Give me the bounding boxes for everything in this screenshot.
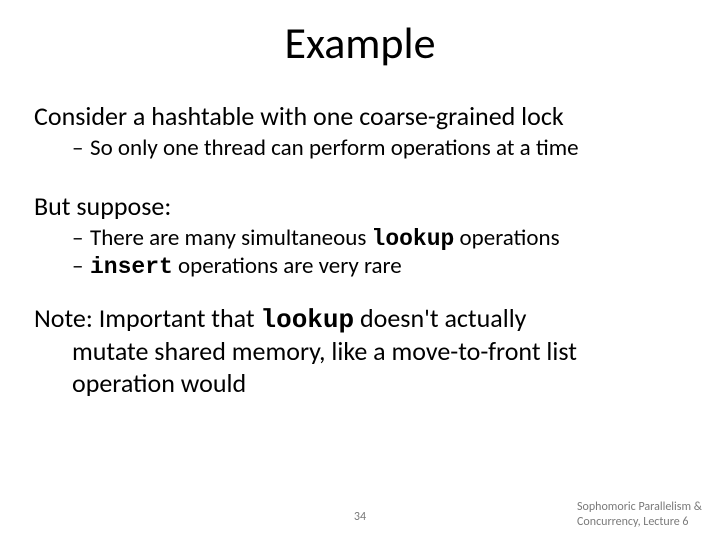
dash-icon: – <box>72 224 90 252</box>
note-line3: operation would <box>72 367 700 399</box>
code-lookup-note: lookup <box>260 305 354 335</box>
slide-title: Example <box>0 16 720 70</box>
bullet-suppose-2: –insert operations are very rare <box>72 252 700 280</box>
spacer <box>34 162 700 190</box>
bullet-suppose-1-b: operations <box>454 224 559 252</box>
note-a: Note: Important that <box>34 302 260 334</box>
code-insert: insert <box>90 254 173 280</box>
spacer <box>34 280 700 302</box>
footer-line1: Sophomoric Parallelism & <box>577 500 702 515</box>
footer-line2: Concurrency, Lecture 6 <box>577 515 702 530</box>
para-suppose: But suppose: <box>34 190 700 222</box>
slide-body: Consider a hashtable with one coarse-gra… <box>34 100 700 399</box>
note-b: doesn't actually <box>354 302 526 334</box>
footer: Sophomoric Parallelism & Concurrency, Le… <box>577 500 702 530</box>
note-line1: Note: Important that lookup doesn't actu… <box>34 302 700 335</box>
para-consider: Consider a hashtable with one coarse-gra… <box>34 100 700 132</box>
bullet-suppose-1: –There are many simultaneous lookup oper… <box>72 224 700 252</box>
slide: Example Consider a hashtable with one co… <box>0 0 720 540</box>
bullet-suppose-1-a: There are many simultaneous <box>90 224 372 252</box>
dash-icon: – <box>72 134 90 162</box>
dash-icon: – <box>72 252 90 280</box>
bullet-consider-sub-text: So only one thread can perform operation… <box>90 134 579 162</box>
bullet-consider-sub: –So only one thread can perform operatio… <box>72 134 700 162</box>
code-lookup: lookup <box>372 226 455 252</box>
note-line2: mutate shared memory, like a move-to-fro… <box>72 335 700 367</box>
bullet-suppose-2-b: operations are very rare <box>173 252 402 280</box>
